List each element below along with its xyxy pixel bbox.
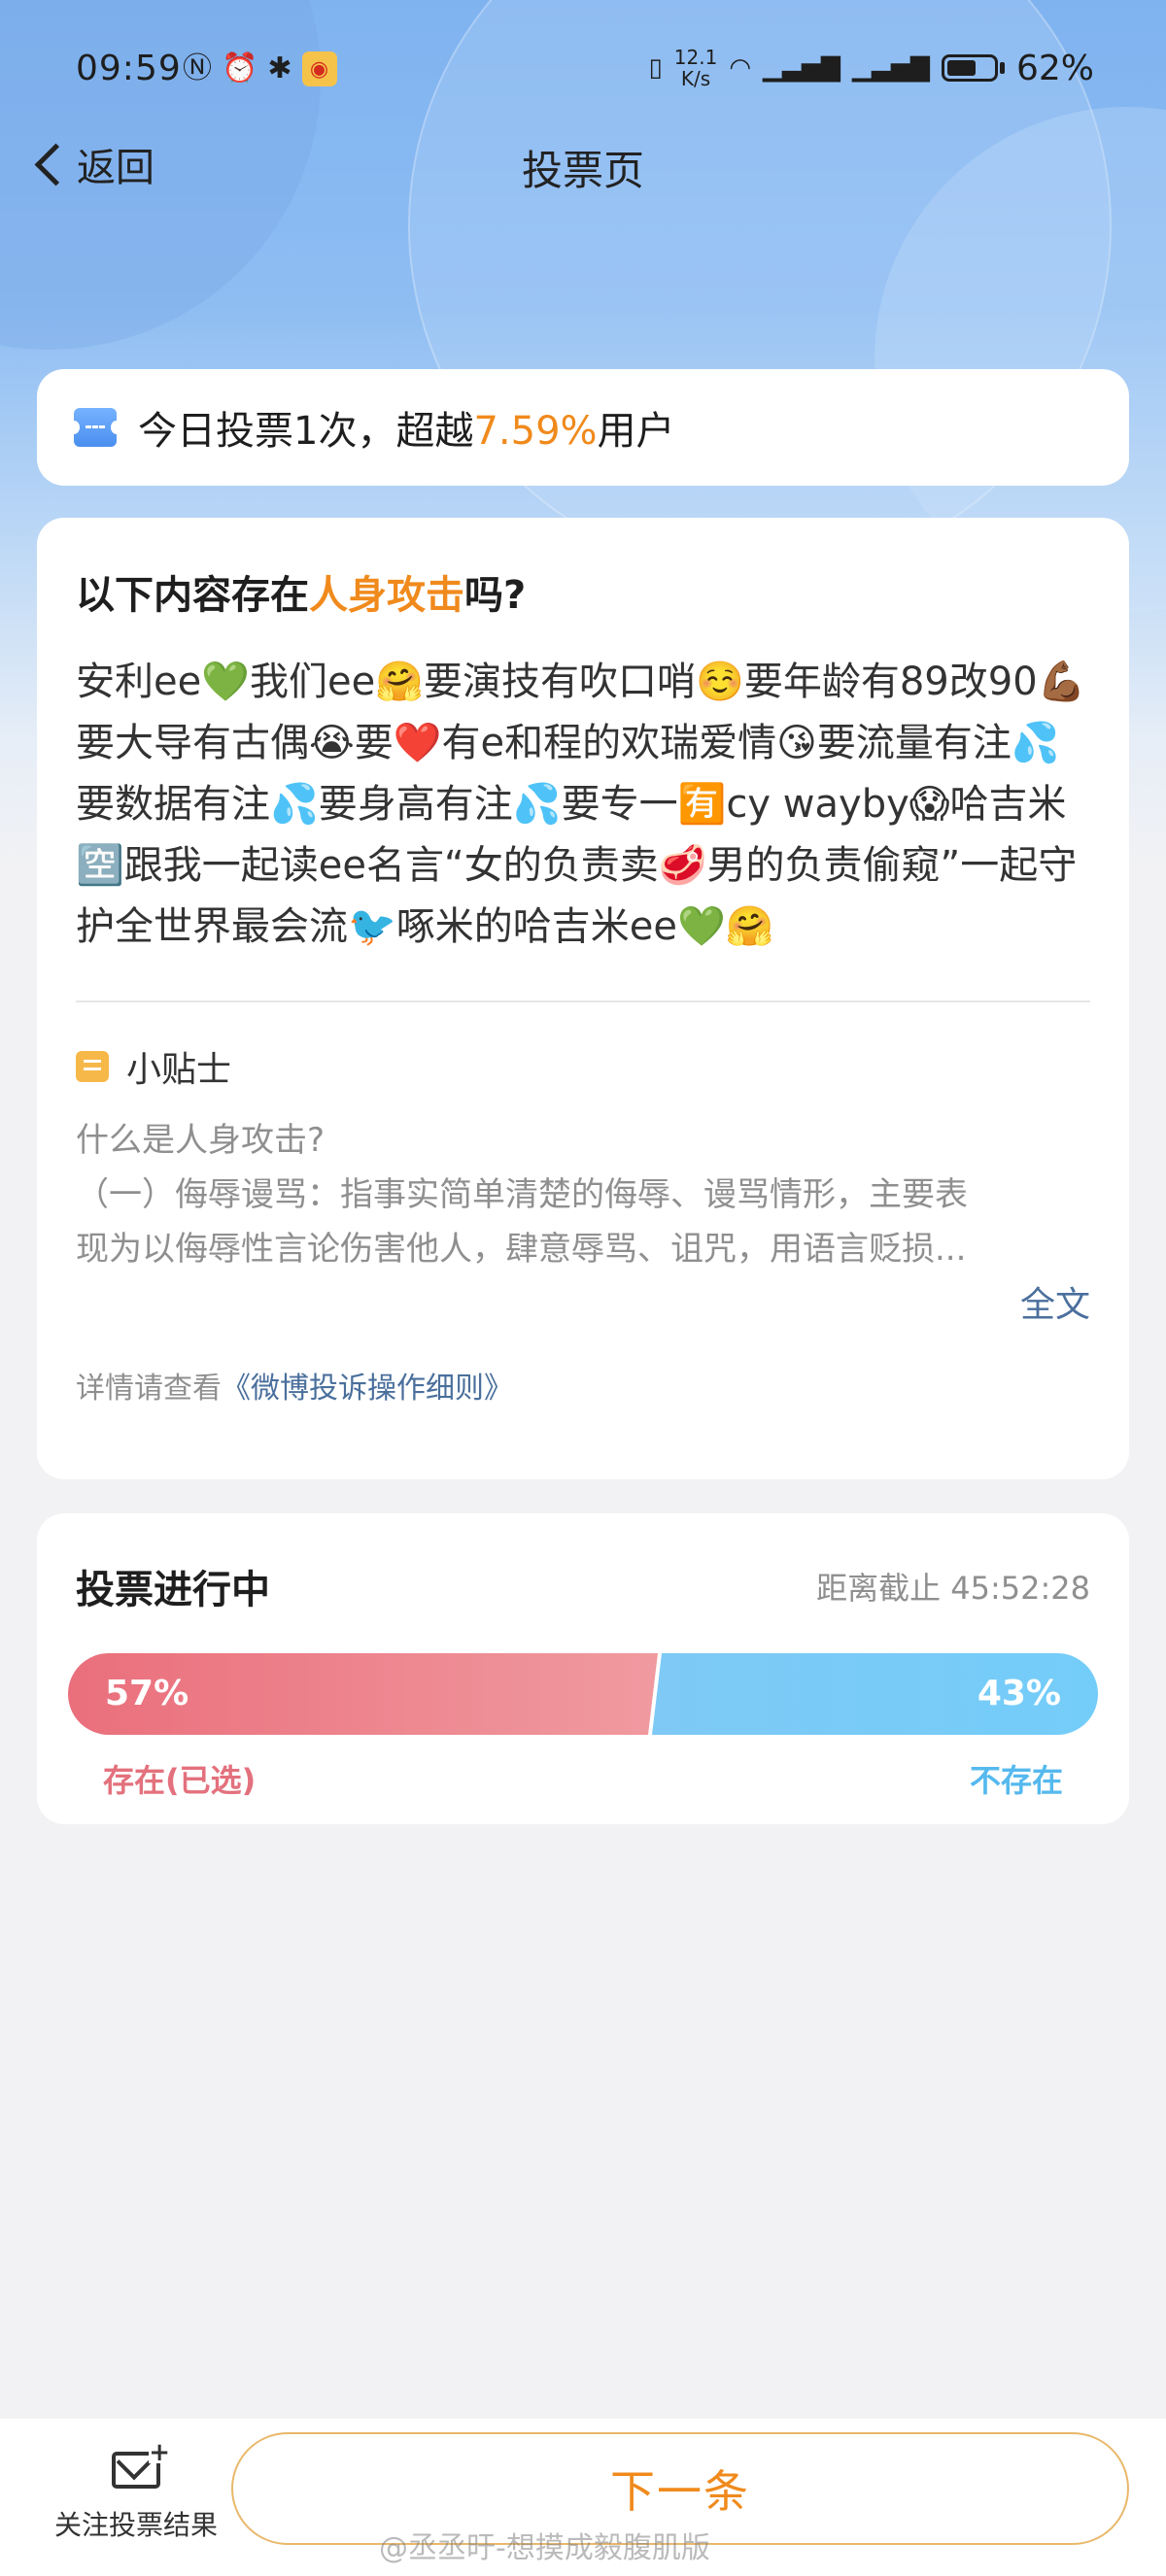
watermark: @丞丞旴-想摸成毅腹肌版	[379, 2531, 710, 2565]
detail-note: 详情请查看《微博投诉操作细则》	[76, 1364, 1090, 1407]
battery-icon	[941, 54, 998, 82]
vote-stats-card: 今日投票1次，超越7.59%用户	[37, 369, 1129, 486]
divider	[76, 1000, 1090, 1002]
vote-card: 投票进行中 距离截止 45:52:28 57% 43% 存在(已选) 不存在	[37, 1513, 1129, 1824]
vote-percent-exists: 57%	[105, 1674, 189, 1713]
detail-prefix: 详情请查看	[76, 1372, 222, 1406]
vote-deadline: 距离截止 45:52:28	[816, 1564, 1090, 1609]
vote-options: 存在(已选) 不存在	[76, 1756, 1090, 1801]
vote-title: 投票进行中	[76, 1568, 270, 1612]
tips-body-line: （一）侮辱谩骂：指事实简单清楚的侮辱、谩骂情形，主要表	[76, 1175, 968, 1214]
page-title: 投票页	[521, 147, 644, 194]
stats-prefix: 今日投票1次，超越	[138, 409, 474, 454]
tips-icon	[76, 1051, 109, 1082]
full-text-link[interactable]: 全文	[1020, 1285, 1090, 1325]
deadline-countdown: 45:52:28	[950, 1570, 1090, 1607]
weibo-icon: ◉	[301, 51, 337, 86]
net-speed-value: 12.1	[673, 46, 718, 69]
net-speed-unit: K/s	[680, 67, 711, 90]
status-time: 09:59	[76, 49, 182, 88]
alarm-icon: ⏰	[222, 51, 258, 85]
status-icons-right: ▯ 12.1 K/s ◠ ▁▃▅▇ ▁▃▅▇ 62%	[648, 47, 1094, 89]
tips-question: 什么是人身攻击?	[76, 1121, 326, 1160]
stats-suffix: 用户	[597, 409, 675, 454]
net-speed: 12.1 K/s	[674, 47, 718, 89]
deadline-label: 距离截止	[816, 1570, 942, 1607]
tips-body-line: 现为以侮辱性言论伤害他人，肆意辱骂、诅咒，用语言贬损...	[76, 1230, 967, 1269]
vote-header: 投票进行中 距离截止 45:52:28	[76, 1558, 1090, 1614]
vote-percent-not-exists: 43%	[977, 1674, 1061, 1713]
question-heading: 以下内容存在人身攻击吗?	[76, 566, 1090, 625]
bluetooth-icon: ✱	[267, 51, 292, 85]
option-not-exists[interactable]: 不存在	[970, 1756, 1063, 1801]
stats-percent: 7.59%	[473, 409, 598, 454]
content-card: 以下内容存在人身攻击吗? 安利ee💚我们ee🤗要演技有吹口哨☺️要年龄有89改9…	[37, 518, 1129, 1479]
vote-result-bar: 57% 43%	[68, 1653, 1098, 1735]
tips-title: 小贴士	[126, 1050, 232, 1090]
nfc-icon: Ⓝ	[183, 51, 212, 85]
vibrate-icon: ▯	[648, 53, 663, 83]
4g-signal-icon: ▁▃▅▇	[852, 53, 930, 83]
rules-link[interactable]: 《微博投诉操作细则》	[222, 1372, 513, 1406]
battery-tip	[999, 62, 1005, 74]
follow-results-label: 关注投票结果	[53, 2509, 218, 2541]
status-bar: 09:59 Ⓝ ⏰ ✱ ◉ ▯ 12.1 K/s ◠ ▁▃▅▇ ▁▃▅▇ 62%	[0, 0, 1166, 146]
question-highlight: 人身攻击	[309, 573, 464, 618]
question-prefix: 以下内容存在	[76, 573, 309, 618]
question-suffix: 吗?	[464, 573, 527, 618]
status-icons-left: Ⓝ ⏰ ✱ ◉	[183, 51, 337, 86]
full-text-row: 全文	[76, 1276, 1090, 1327]
ticket-icon	[68, 408, 122, 447]
battery-percent: 62%	[1015, 48, 1094, 88]
tips-header: 小贴士	[76, 1041, 1090, 1092]
battery-fill	[946, 60, 976, 76]
option-exists[interactable]: 存在(已选)	[103, 1756, 256, 1801]
5g-signal-icon: ▁▃▅▇	[763, 53, 840, 83]
next-item-label: 下一条	[610, 2465, 750, 2518]
wifi-icon: ◠	[729, 53, 752, 83]
mail-plus-icon: +	[112, 2440, 170, 2489]
reported-post-text: 安利ee💚我们ee🤗要演技有吹口哨☺️要年龄有89改90💪🏾要大导有古偶😭要❤️…	[76, 660, 1086, 949]
vote-stats-text: 今日投票1次，超越7.59%用户	[138, 399, 675, 456]
follow-results-button[interactable]: + 关注投票结果	[52, 2440, 220, 2543]
